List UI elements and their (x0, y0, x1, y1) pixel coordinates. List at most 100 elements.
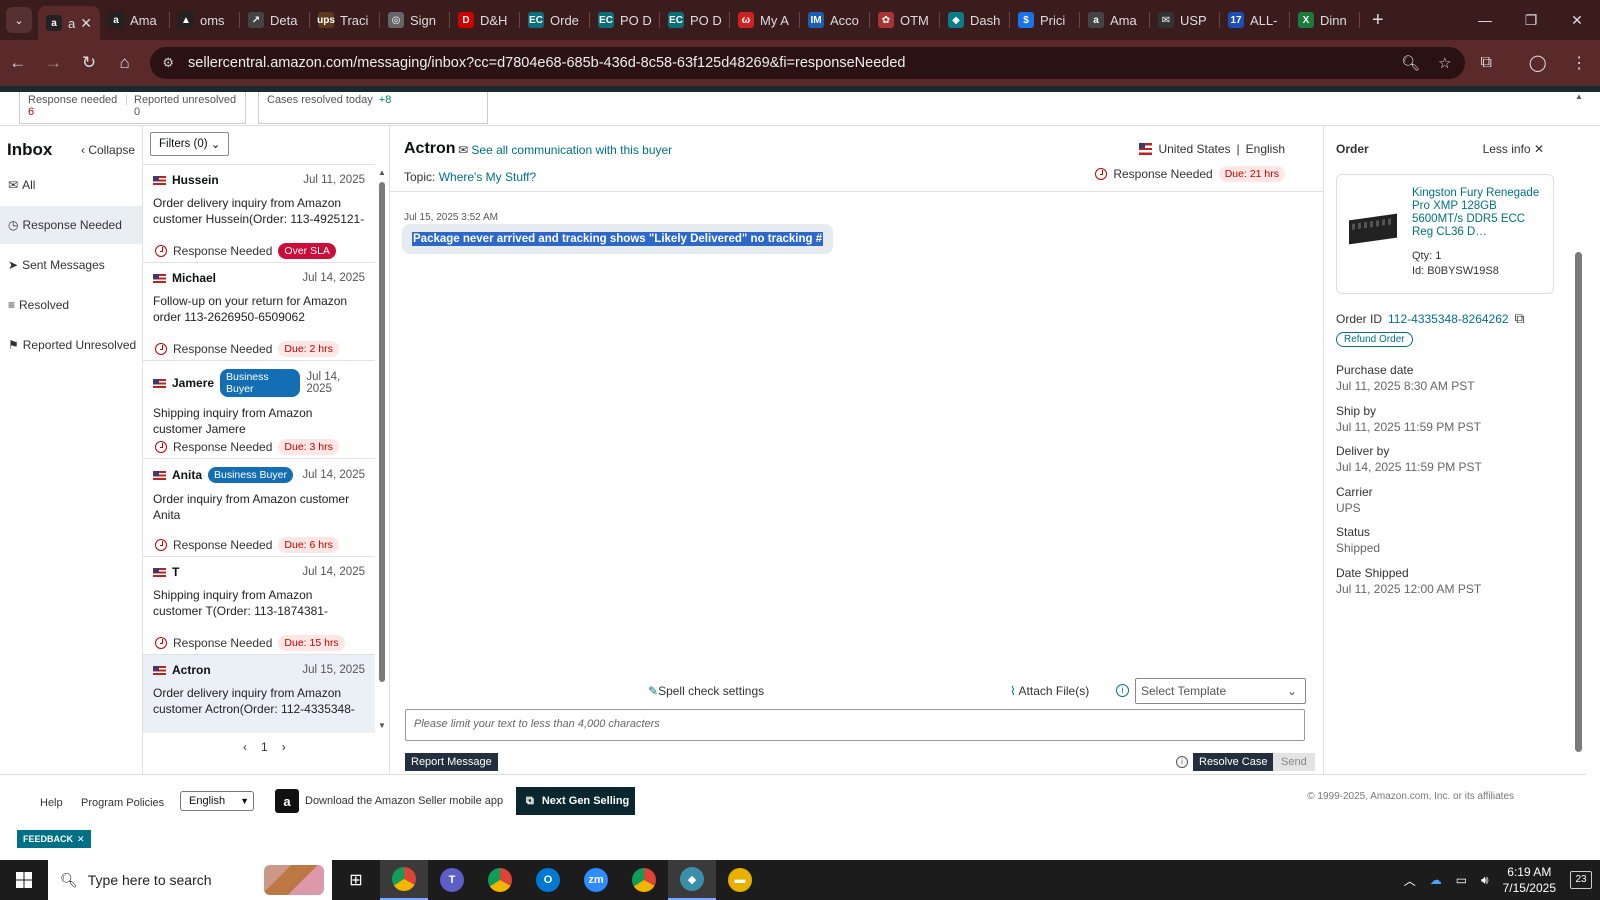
browser-tab[interactable]: ◆ Dash (940, 0, 1010, 40)
file-explorer-icon[interactable]: ▬ (716, 860, 764, 900)
close-window-icon[interactable]: ✕ (1554, 12, 1600, 29)
browser-tab[interactable]: a Ama (1080, 0, 1150, 40)
browser-tab[interactable]: ▲ oms (170, 0, 240, 40)
taskbar-search[interactable]: 🔍︎ Type here to search (48, 860, 332, 900)
attach-files-button[interactable]: ⌇ Attach File(s) (1010, 684, 1089, 698)
bookmark-star-icon[interactable]: ☆ (1438, 54, 1451, 72)
extensions-icon[interactable]: ⧉ (1465, 54, 1507, 72)
browser-tab[interactable]: ↗ Deta (240, 0, 310, 40)
page-scroll-thumb[interactable] (1575, 252, 1582, 752)
conversation-item[interactable]: Hussein Jul 11, 2025 Order delivery inquir… (143, 165, 375, 263)
product-image[interactable] (1349, 213, 1397, 245)
scroll-up-icon[interactable]: ▲ (1575, 92, 1583, 101)
list-scroll-thumb[interactable] (379, 182, 385, 682)
notifications-icon[interactable]: 23 (1570, 871, 1592, 889)
next-page-icon[interactable]: › (282, 740, 286, 754)
home-icon[interactable]: ⌂ (107, 53, 143, 73)
outlook-icon[interactable]: O (524, 860, 572, 900)
chrome-icon[interactable] (380, 860, 428, 900)
product-name-link[interactable]: Kingston Fury Renegade Pro XMP 128GB 560… (1412, 187, 1546, 239)
order-id-link[interactable]: 112-4335348-8264262 (1388, 312, 1509, 326)
clock[interactable]: 6:19 AM 7/15/2025 (1503, 864, 1556, 896)
browser-tab[interactable]: EC Orde (520, 0, 590, 40)
resolve-case-button[interactable]: Resolve Case (1193, 753, 1274, 771)
page-scrollbar[interactable]: ▲ (1572, 92, 1586, 762)
browser-tab[interactable]: EC PO D (660, 0, 730, 40)
browser-tab[interactable]: EC PO D (590, 0, 660, 40)
nav-reported-unresolved[interactable]: ⚑ Reported Unresolved (0, 326, 142, 364)
nav-response-needed[interactable]: ◷ Response Needed (0, 206, 142, 244)
zoom-icon[interactable]: 🔍︎ (1401, 54, 1420, 72)
forward-icon[interactable]: → (36, 53, 72, 73)
scroll-up-icon[interactable]: ▲ (378, 168, 386, 177)
nav-sent-messages[interactable]: ➤ Sent Messages (0, 246, 142, 284)
response-stats[interactable]: Response needed 6 | Reported unresolved … (19, 92, 246, 124)
chrome-icon[interactable] (620, 860, 668, 900)
browser-tab[interactable]: 17 ALL- (1220, 0, 1290, 40)
browser-tab[interactable]: ✉ USP (1150, 0, 1220, 40)
app-icon[interactable]: ◆ (668, 860, 716, 900)
feedback-button[interactable]: FEEDBACK ✕ (17, 830, 91, 848)
info-icon[interactable]: i (1116, 684, 1129, 697)
chevron-up-icon[interactable]: ︿ (1404, 872, 1416, 889)
filters-dropdown[interactable]: Filters (0) ⌄ (150, 132, 230, 156)
conversation-item[interactable]: T Jul 14, 2025 Shipping inquiry from Amazo… (143, 557, 375, 655)
send-button[interactable]: Send (1273, 753, 1315, 771)
browser-tab[interactable]: ups Traci (310, 0, 380, 40)
volume-icon[interactable]: 🔊︎ (1481, 873, 1489, 888)
nav-resolved[interactable]: ≡ Resolved (0, 286, 142, 324)
prev-page-icon[interactable]: ‹ (243, 740, 247, 754)
close-tab-icon[interactable]: ✕ (80, 15, 92, 32)
reload-icon[interactable]: ↻ (71, 53, 107, 73)
chrome-icon[interactable] (476, 860, 524, 900)
report-message-button[interactable]: Report Message (405, 753, 498, 771)
spell-check-settings[interactable]: ✎Spell check settings (648, 684, 764, 698)
copy-icon[interactable]: ⧉ (1515, 310, 1525, 327)
template-select[interactable]: Select Template ⌄ (1135, 678, 1306, 704)
help-link[interactable]: Help (40, 797, 63, 809)
program-policies-link[interactable]: Program Policies (81, 797, 164, 809)
current-page[interactable]: 1 (261, 740, 268, 754)
browser-tab[interactable]: X Dinn (1290, 0, 1360, 40)
browser-tab[interactable]: $ Prici (1010, 0, 1080, 40)
conversation-item[interactable]: Anita Business Buyer Jul 14, 2025 Order inq… (143, 459, 375, 557)
browser-tab[interactable]: ω My A (730, 0, 800, 40)
less-info-button[interactable]: Less info ✕ (1483, 142, 1544, 156)
profile-icon[interactable]: ◯ (1517, 53, 1559, 73)
conversation-item[interactable]: Actron Jul 15, 2025 Order delivery inquiry… (143, 655, 375, 733)
site-info-icon[interactable]: ⚙ (162, 55, 174, 71)
mobile-app-link[interactable]: a Download the Amazon Seller mobile app (275, 789, 503, 813)
nav-all[interactable]: ✉ All (0, 166, 142, 204)
menu-kebab-icon[interactable]: ⋮ (1559, 53, 1600, 73)
tab-search-icon[interactable]: ⌄ (6, 7, 32, 33)
minimize-icon[interactable]: — (1462, 12, 1508, 29)
language-select[interactable]: English ▼ (180, 791, 254, 811)
next-gen-selling-button[interactable]: ⧉ Next Gen Selling (516, 787, 635, 815)
topic-link[interactable]: Where's My Stuff? (439, 170, 536, 184)
list-scrollbar[interactable]: ▲ ▼ (376, 168, 388, 730)
refund-order-button[interactable]: Refund Order (1336, 332, 1413, 347)
address-bar[interactable]: ⚙ sellercentral.amazon.com/messaging/inb… (150, 47, 1466, 79)
scroll-down-icon[interactable]: ▼ (378, 721, 386, 730)
browser-tab[interactable]: a Ama (100, 0, 170, 40)
browser-tab[interactable]: ◎ Sign (380, 0, 450, 40)
browser-tab[interactable]: ✿ OTM (870, 0, 940, 40)
cases-resolved-stats[interactable]: Cases resolved today +8 (258, 92, 488, 124)
teams-icon[interactable]: T (428, 860, 476, 900)
start-button[interactable] (0, 860, 48, 900)
new-tab-icon[interactable]: + (1372, 9, 1384, 32)
collapse-button[interactable]: ‹ Collapse (81, 143, 135, 157)
close-icon[interactable]: ✕ (77, 834, 85, 845)
message-textarea[interactable]: Please limit your text to less than 4,00… (405, 709, 1305, 741)
zoom-icon[interactable]: zm (572, 860, 620, 900)
task-view-icon[interactable]: ⊞ (332, 860, 380, 900)
info-icon[interactable]: i (1176, 756, 1188, 768)
browser-tab[interactable]: a a ✕ (38, 6, 100, 40)
conversation-item[interactable]: Michael Jul 14, 2025 Follow-up on your ret… (143, 263, 375, 361)
browser-tab[interactable]: IM Acco (800, 0, 870, 40)
conversation-item[interactable]: Jamere Business Buyer Jul 14, 2025 Shipping… (143, 361, 375, 459)
network-icon[interactable]: ▭ (1456, 873, 1467, 887)
onedrive-icon[interactable]: ☁ (1430, 873, 1442, 887)
restore-icon[interactable]: ❐ (1508, 12, 1554, 29)
browser-tab[interactable]: D D&H (450, 0, 520, 40)
